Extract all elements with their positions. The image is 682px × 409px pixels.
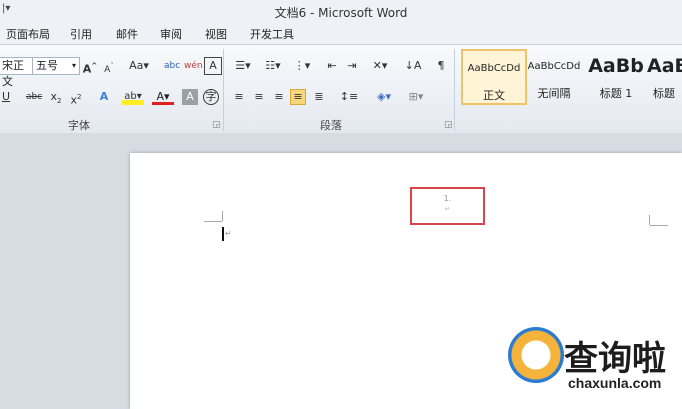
tab-view[interactable]: 视图 bbox=[205, 26, 227, 42]
style-no-spacing[interactable]: AaBbCcDd 无间隔 bbox=[523, 49, 585, 101]
margin-corner bbox=[204, 221, 222, 222]
style-name: 无间隔 bbox=[537, 87, 571, 100]
increase-indent-icon[interactable]: ⇥ bbox=[344, 58, 360, 74]
char-shading-icon[interactable]: A bbox=[182, 89, 198, 105]
show-marks-icon[interactable]: ¶ bbox=[433, 58, 449, 74]
font-size-value: 五号 bbox=[36, 59, 58, 72]
highlight-icon[interactable]: ab▾ bbox=[122, 89, 144, 105]
line-spacing-icon[interactable]: ↕≡ bbox=[338, 89, 360, 105]
magnifier-logo-icon bbox=[508, 327, 564, 383]
bullets-icon[interactable]: ☰▾ bbox=[230, 58, 256, 74]
paragraph-mark-icon: ↵ bbox=[444, 205, 451, 213]
char-border-icon[interactable]: A bbox=[204, 57, 222, 75]
justify-icon[interactable]: ≡ bbox=[290, 89, 306, 105]
group-divider bbox=[223, 49, 224, 131]
decrease-indent-icon[interactable]: ⇤ bbox=[324, 58, 340, 74]
subscript-icon[interactable]: x2 bbox=[48, 89, 64, 105]
borders-icon[interactable]: ⊞▾ bbox=[404, 89, 428, 105]
font-dialog-launcher-icon[interactable]: ◲ bbox=[212, 120, 221, 130]
margin-corner bbox=[649, 215, 650, 225]
watermark-url: chaxunla.com bbox=[568, 375, 662, 391]
tab-page-layout[interactable]: 页面布局 bbox=[6, 26, 50, 42]
tab-review[interactable]: 审阅 bbox=[160, 26, 182, 42]
style-name: 正文 bbox=[483, 89, 505, 102]
style-name: 标题 1 bbox=[599, 87, 633, 100]
underline-icon[interactable]: U bbox=[0, 89, 14, 105]
font-size-box[interactable]: 五号 ▾ bbox=[32, 57, 80, 75]
style-sample: AaBbCcDd bbox=[467, 63, 521, 74]
text-cursor bbox=[222, 227, 224, 241]
paragraph-mark-icon: ↵ bbox=[225, 229, 232, 238]
chinese-layout-icon[interactable]: ✕▾ bbox=[368, 58, 392, 74]
font-color-icon[interactable]: A▾ bbox=[152, 89, 174, 105]
center-icon[interactable]: ≡ bbox=[251, 89, 267, 105]
text-effect-icon[interactable]: A bbox=[96, 89, 112, 105]
header-number: 1. bbox=[443, 194, 452, 203]
ribbon-tabs: 页面布局 引用 邮件 审阅 视图 开发工具 bbox=[0, 22, 682, 44]
font-name-value: 宋正文 bbox=[2, 59, 24, 88]
style-sample: AaBb bbox=[588, 55, 644, 77]
distribute-icon[interactable]: ≣ bbox=[311, 89, 327, 105]
numbering-icon[interactable]: ☷▾ bbox=[260, 58, 286, 74]
group-divider bbox=[454, 49, 455, 131]
style-sample: AaBbCcDd bbox=[527, 61, 581, 72]
paragraph-group-label: 段落 bbox=[320, 119, 342, 132]
multilevel-list-icon[interactable]: ⋮▾ bbox=[290, 58, 314, 74]
clear-format-icon[interactable]: wén bbox=[184, 58, 203, 74]
style-name: 标题 bbox=[653, 87, 675, 100]
style-title[interactable]: AaB 标题 bbox=[647, 49, 682, 101]
paragraph-dialog-launcher-icon[interactable]: ◲ bbox=[444, 120, 453, 130]
chevron-down-icon[interactable]: ▾ bbox=[72, 58, 76, 74]
phonetic-guide-icon[interactable]: abc bbox=[164, 58, 180, 74]
align-right-icon[interactable]: ≡ bbox=[271, 89, 287, 105]
watermark: 查询啦 chaxunla.com bbox=[508, 327, 682, 409]
font-group-label: 字体 bbox=[68, 119, 90, 132]
style-normal[interactable]: AaBbCcDd 正文 bbox=[461, 49, 527, 105]
ribbon: 宋正文 五号 ▾ A^ Aˇ Aa▾ abc wén A U abc x2 x2 … bbox=[0, 44, 682, 134]
sort-icon[interactable]: ↓A bbox=[404, 58, 422, 74]
tab-developer[interactable]: 开发工具 bbox=[250, 26, 294, 42]
enclose-char-icon[interactable]: 字 bbox=[203, 89, 219, 105]
align-left-icon[interactable]: ≡ bbox=[231, 89, 247, 105]
title-bar: |▾ 文档6 - Microsoft Word bbox=[0, 0, 682, 22]
style-sample: AaB bbox=[647, 55, 682, 77]
watermark-name: 查询啦 bbox=[564, 339, 666, 379]
header-highlight-box: 1. ↵ bbox=[410, 187, 485, 225]
shading-icon[interactable]: ◈▾ bbox=[372, 89, 396, 105]
font-name-box[interactable]: 宋正文 bbox=[0, 57, 33, 88]
shrink-font-icon[interactable]: Aˇ bbox=[101, 58, 117, 75]
style-heading-1[interactable]: AaBb 标题 1 bbox=[585, 49, 647, 101]
margin-corner bbox=[222, 211, 223, 221]
styles-gallery: AaBbCcDd 正文 AaBbCcDd 无间隔 AaBb 标题 1 AaB 标… bbox=[457, 49, 682, 105]
window-title: 文档6 - Microsoft Word bbox=[274, 6, 408, 20]
grow-font-icon[interactable]: A^ bbox=[82, 58, 98, 76]
tab-mailings[interactable]: 邮件 bbox=[116, 26, 138, 42]
strikethrough-icon[interactable]: abc bbox=[26, 89, 42, 105]
change-case-icon[interactable]: Aa▾ bbox=[128, 58, 150, 74]
superscript-icon[interactable]: x2 bbox=[68, 89, 84, 107]
margin-corner bbox=[650, 225, 668, 226]
tab-references[interactable]: 引用 bbox=[70, 26, 92, 42]
